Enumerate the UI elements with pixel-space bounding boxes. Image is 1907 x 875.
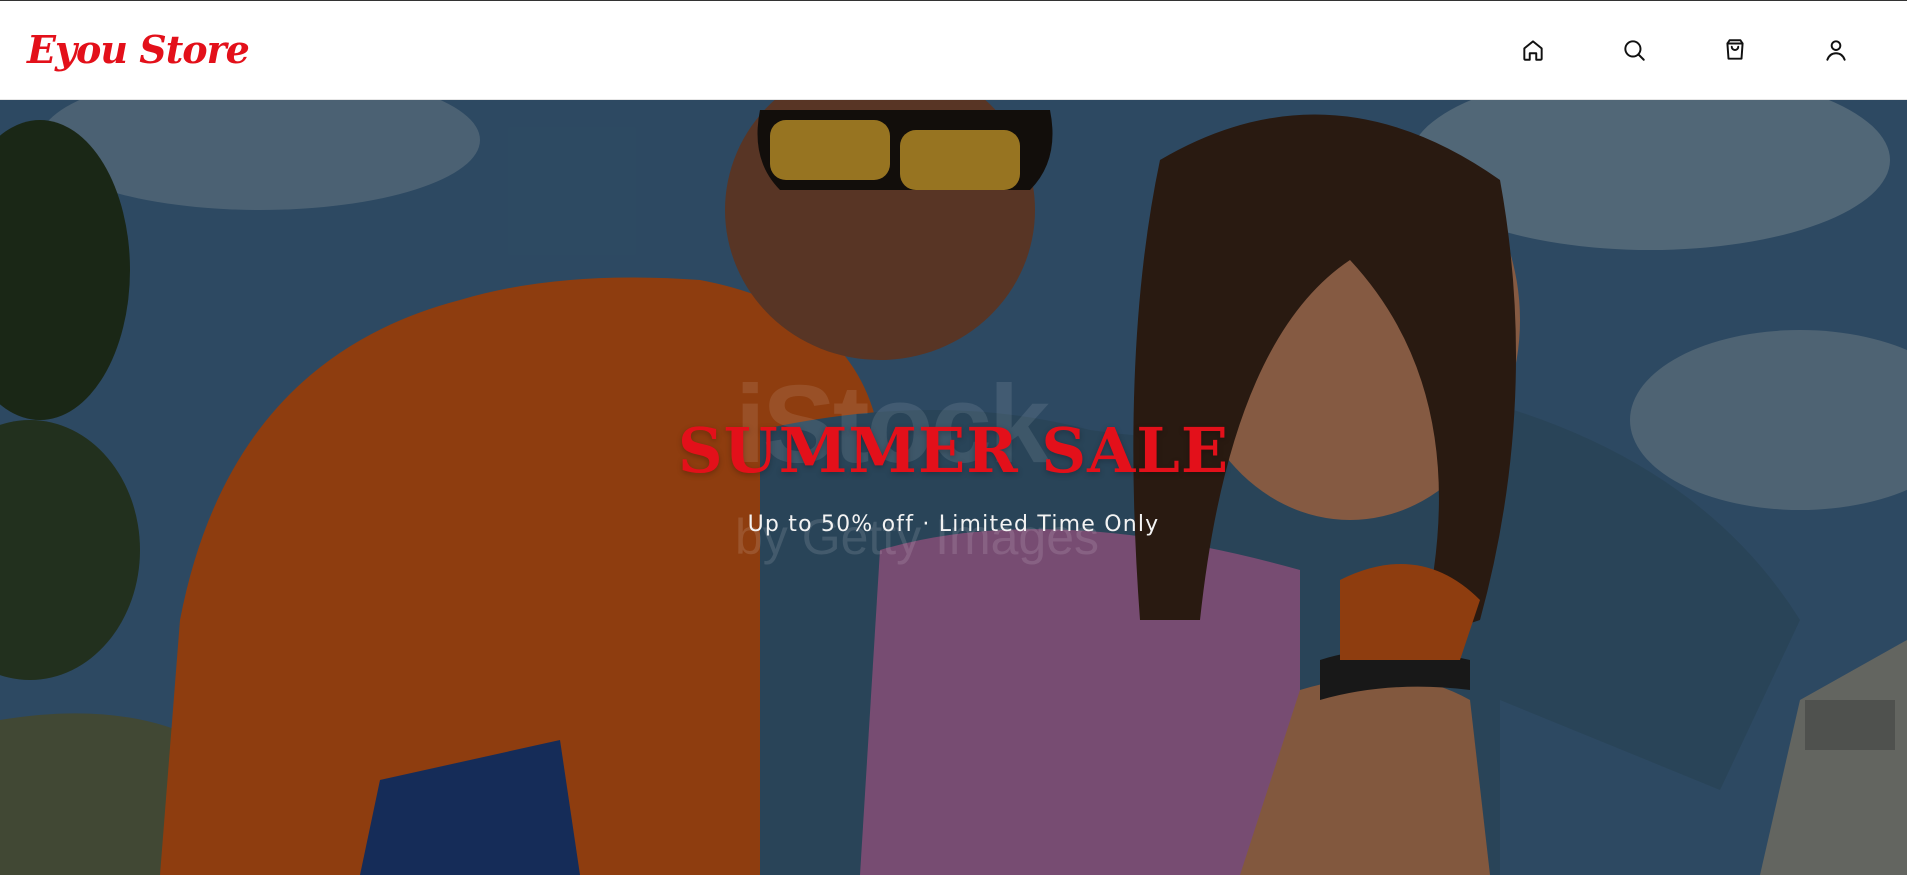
home-icon[interactable]	[1517, 34, 1549, 66]
hero-title: SUMMER SALE	[677, 414, 1230, 487]
user-icon[interactable]	[1820, 34, 1852, 66]
page: Eyou Store SUMMER SALE Up to 50% off · L…	[0, 0, 1907, 875]
hero-content: SUMMER SALE Up to 50% off · Limited Time…	[0, 310, 1907, 538]
search-icon[interactable]	[1618, 34, 1650, 66]
hero-subtitle: Up to 50% off · Limited Time Only	[747, 512, 1160, 537]
nav-icons	[1448, 34, 1852, 66]
shopping-bag-icon[interactable]	[1719, 34, 1751, 66]
hero-banner[interactable]: iStock by Getty Images SUMMER SALE Up to…	[0, 100, 1907, 875]
navbar: Eyou Store	[0, 0, 1907, 100]
brand-logo[interactable]: Eyou Store	[27, 31, 250, 69]
